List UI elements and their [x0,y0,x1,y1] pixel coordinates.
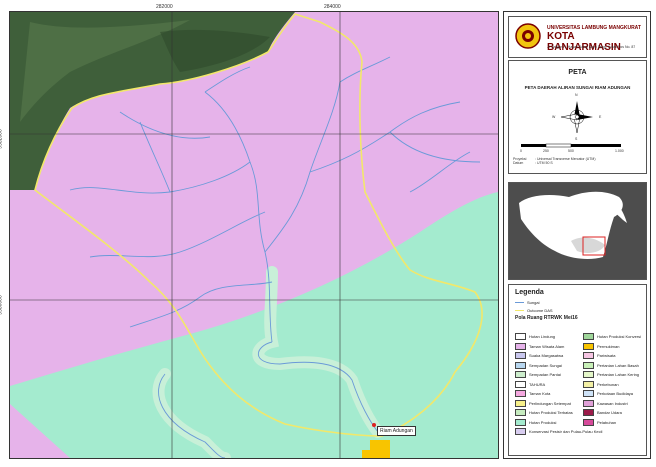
compass-s: S [575,137,578,141]
legend-item: Pariwisata [583,352,645,359]
legend-item: Sempadan Sungai [515,361,581,369]
legend-item: Taman Wisata Alam [515,342,581,350]
coord-left-2: 9580000 [0,295,4,315]
coord-top-2: 284000 [324,4,341,10]
map-subtitle: PETA DAERAH ALIRAN SUNGAI RIAM ADUNGAN [524,85,631,90]
compass-icon [560,101,593,134]
map-canvas [10,12,498,458]
legend-item: Konservasi Pesisir dan Pulau-Pulau Kecil [515,428,602,435]
scale-tick-3: 1.000 [615,149,624,153]
legend-item: Perlindungan Setempat [515,399,581,407]
legend-item: Hutan Produksi [515,418,581,426]
coord-left-1: 9582000 [0,129,4,149]
place-label: Riam Adungan [377,426,416,436]
address-text: Jl. Brigjen H. Hasan Basry Kayu Tangi, K… [547,45,636,49]
inset-map [509,183,646,279]
legend-item: Suaka Margasatwa [515,352,581,359]
legend-title: Legenda [515,289,544,296]
scale-tick-0: 0 [520,149,522,153]
legend-item: Hutan Produksi Konversi [583,333,645,340]
point-marker [372,423,376,427]
scale-tick-1: 250 [543,149,549,153]
coord-top-1: 282000 [156,4,173,10]
city-name: KOTA BANJARMASIN [547,31,621,53]
legend-line-item: Outcome DAS [515,308,553,313]
settlement-block [370,440,390,458]
legend-item: Hutan Produksi Terbatas [515,409,581,416]
compass-w: W [552,115,556,119]
legend-item: Perkebunan [583,380,645,388]
compass-e: E [599,115,602,119]
projection-value: : Universal Transverse Mercator (UTM) : … [535,157,596,165]
scale-tick-2: 500 [568,149,574,153]
legend-item: Kawasan Industri [583,399,645,407]
legend-box: Legenda Sungai Outcome DAS Pola Ruang RT… [508,284,647,456]
legend-section-title: Pola Ruang RTRWK Mei16 [515,315,578,321]
settlement-block-2 [362,450,370,458]
legend-line-item: Sungai [515,300,539,305]
map-frame[interactable] [9,11,499,459]
legend-item: Pelabuhan [583,418,645,426]
map-title: PETA [568,69,587,76]
legend-item: Pertanian Lahan Kering [583,371,645,378]
legend-col-1: Hutan Lindung Taman Wisata Alam Suaka Ma… [515,333,602,438]
legend-item: Taman Kota [515,390,581,397]
legend-item: Perkotaan Budidaya [583,390,645,397]
info-panel: UNIVERSITAS LAMBUNG MANGKURAT KOTA BANJA… [503,11,651,459]
university-logo-icon [515,23,541,49]
legend-item: Bandar Udara [583,409,645,416]
header-box: UNIVERSITAS LAMBUNG MANGKURAT KOTA BANJA… [508,16,647,58]
title-box: PETA PETA DAERAH ALIRAN SUNGAI RIAM ADUN… [508,60,647,174]
legend-item: TAHURA [515,380,581,388]
compass-n: N [575,93,578,97]
legend-col-2: Hutan Produksi Konversi Permukiman Pariw… [583,333,645,428]
legend-item: Hutan Lindung [515,333,581,340]
legend-item: Sempadan Pantai [515,371,581,378]
inset-box [508,182,647,280]
legend-item: Pertanian Lahan Basah [583,361,645,369]
projection-label: Proyeksi Datum [513,157,527,165]
legend-item: Permukiman [583,342,645,350]
